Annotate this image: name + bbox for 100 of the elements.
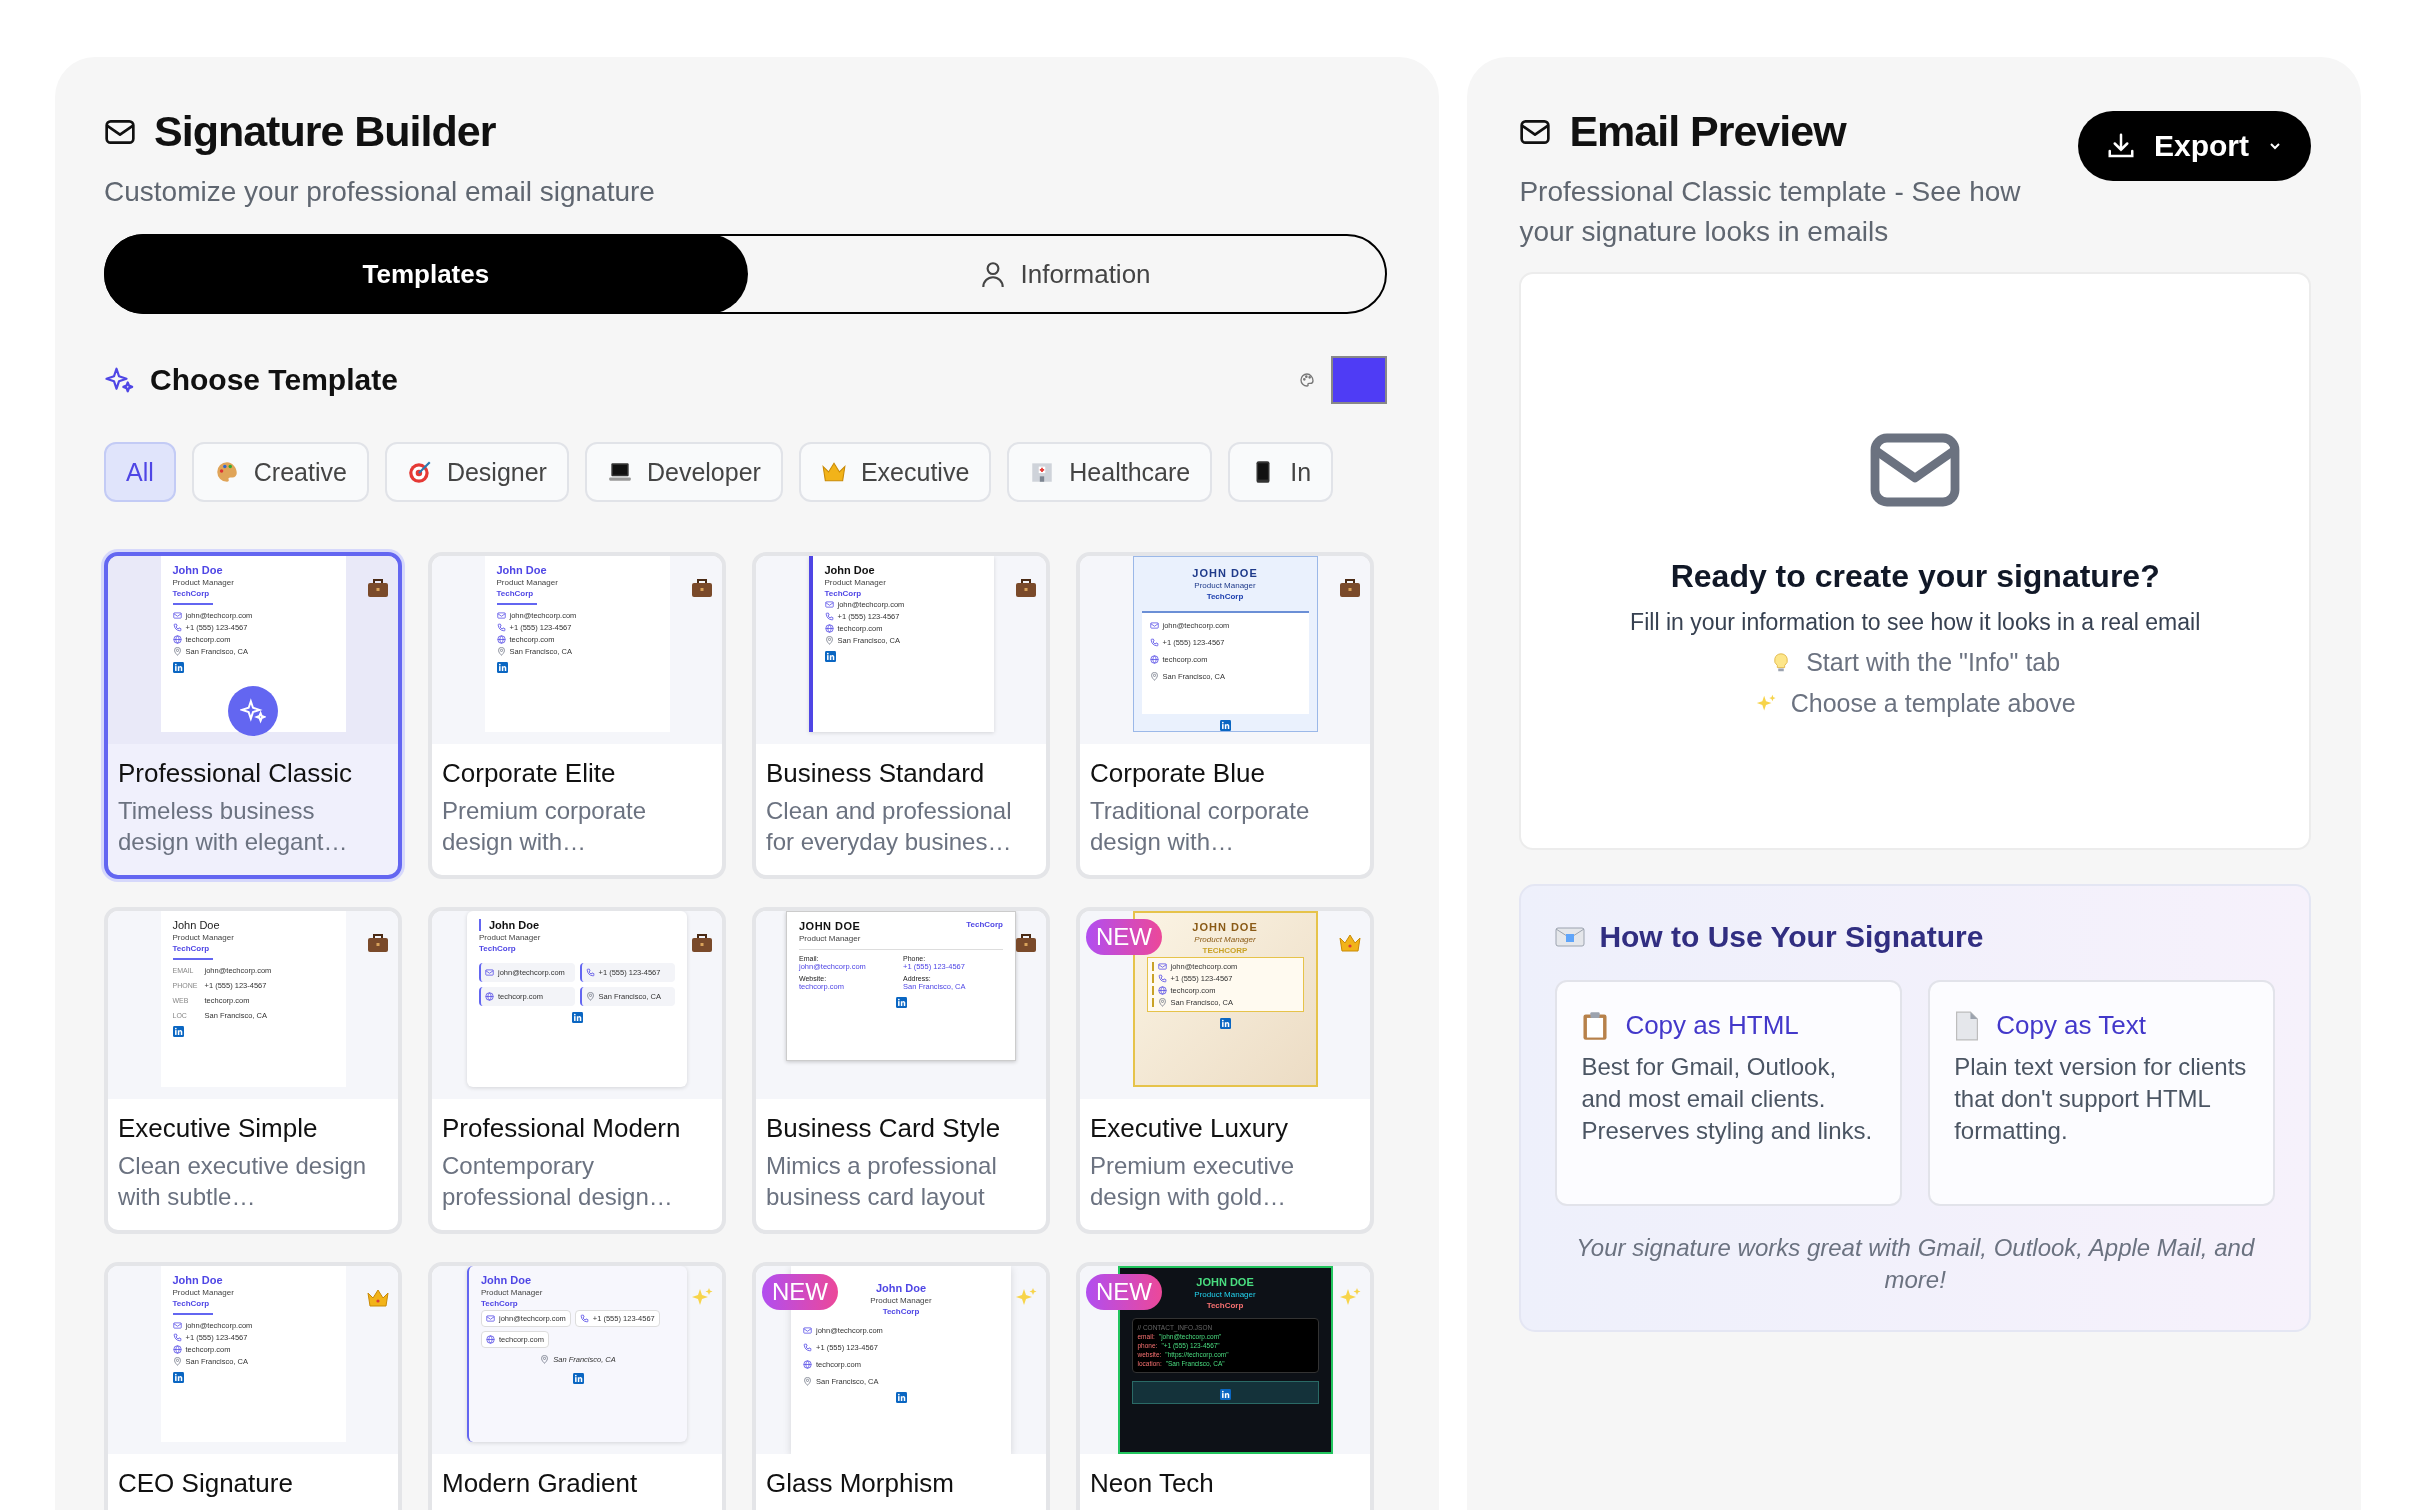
empty-text: Fill in your information to see how it looks in a real email [1630, 609, 2201, 636]
empty-title: Ready to create your signature? [1670, 558, 2160, 595]
globe-icon [496, 635, 506, 644]
option-title: Copy as Text [1996, 1010, 2146, 1041]
signature-name: JOHN DOE [799, 920, 861, 932]
briefcase-icon [1338, 576, 1362, 600]
briefcase-icon [366, 931, 390, 955]
template-name: Corporate Blue [1090, 758, 1266, 789]
linkedin-icon [1219, 1018, 1231, 1029]
signature-name: John Doe [479, 919, 675, 931]
new-badge: NEW [1086, 919, 1162, 955]
section-title: Choose Template [150, 363, 399, 397]
signature-title: Product Manager [1194, 935, 1256, 944]
signature-title: Product Manager [172, 578, 235, 587]
color-swatch[interactable] [1331, 356, 1388, 404]
signature-name: John Doe [875, 1282, 927, 1294]
globe-icon [172, 635, 182, 644]
phone-icon [172, 1333, 182, 1342]
globe-icon [803, 1360, 812, 1369]
template-description: Mimics a professional business card layout [766, 1151, 998, 1212]
linkedin-icon [172, 1372, 184, 1383]
phone-icon [803, 1343, 812, 1352]
location-pin-icon [1157, 998, 1167, 1007]
linkedin-icon [895, 1392, 907, 1403]
linkedin-icon [172, 662, 184, 673]
signature-name: John Doe [824, 564, 876, 576]
template-description: Clean and professional for everyday busines… [766, 796, 1013, 857]
document-icon [1954, 1010, 1981, 1041]
signature-title: Product Manager [1194, 1290, 1256, 1299]
signature-name: John Doe [172, 1274, 224, 1286]
tab[interactable]: Templates [104, 234, 748, 314]
email-icon [1149, 621, 1159, 630]
template-name: Glass Morphism [766, 1468, 955, 1499]
signature-name: John Doe [481, 1274, 533, 1286]
linkedin-icon [895, 997, 907, 1008]
filter-chip[interactable]: Creative [191, 442, 369, 502]
signature-name: JOHN DOE [1196, 1276, 1254, 1288]
template-description: Clean executive design with subtle… [118, 1151, 368, 1212]
envelope-icon [1555, 926, 1586, 948]
template-name: Executive Luxury [1090, 1113, 1289, 1144]
globe-icon [486, 1335, 495, 1344]
tip-text: Choose a template above [1790, 689, 2076, 718]
template-name: Executive Simple [118, 1113, 319, 1144]
linkedin-icon [496, 662, 508, 673]
signature-company: TechCorp [172, 1299, 211, 1308]
signature-title: Product Manager [481, 1288, 544, 1297]
signature-company: TECHCORP [1202, 946, 1248, 955]
location-pin-icon [172, 647, 182, 656]
phone-icon [1157, 974, 1167, 983]
signature-company: TechCorp [481, 1299, 519, 1308]
filter-chip[interactable]: Executive [798, 442, 992, 502]
email-icon [172, 1321, 182, 1330]
template-name: Professional Modern [442, 1113, 682, 1144]
template-name: Business Card Style [766, 1113, 1002, 1144]
linkedin-icon [1219, 720, 1231, 731]
linkedin-icon [1219, 1389, 1231, 1400]
email-icon [803, 1326, 812, 1335]
signature-company: TechCorp [882, 1307, 920, 1316]
template-name: Corporate Elite [442, 758, 617, 789]
filter-chip[interactable]: All [104, 442, 176, 502]
filter-chip[interactable]: Developer [584, 442, 783, 502]
signature-title: Product Manager [172, 1288, 235, 1297]
phone-icon [585, 968, 595, 977]
filter-chip[interactable]: In [1228, 442, 1334, 502]
option-description: Plain text version for clients that don't support HTML formatting. [1954, 1052, 2248, 1146]
template-name: Business Standard [766, 758, 986, 789]
panel-subtitle: Professional Classic template - See how your signature looks in emails [1519, 175, 2022, 249]
briefcase-icon [366, 576, 390, 600]
signature-company: TechCorp [172, 589, 211, 598]
location-pin-icon [824, 636, 834, 645]
globe-icon [824, 624, 834, 633]
template-name: Neon Tech [1090, 1468, 1215, 1499]
filter-chip[interactable]: Designer [384, 442, 569, 502]
location-pin-icon [172, 1357, 182, 1366]
location-pin-icon [585, 992, 595, 1001]
template-description: Premium executive design with gold… [1090, 1151, 1296, 1212]
briefcase-icon [1014, 576, 1038, 600]
template-name: Professional Classic [118, 758, 354, 789]
signature-name: JOHN DOE [1192, 567, 1258, 579]
signature-title: Product Manager [479, 933, 542, 942]
signature-name: John Doe [172, 919, 221, 931]
briefcase-icon [1014, 931, 1038, 955]
clipboard-icon [1581, 1010, 1610, 1041]
option-description: Best for Gmail, Outlook, and most email clients. Preserves styling and links. [1581, 1052, 1874, 1146]
location-pin-icon [1149, 672, 1159, 681]
panel-subtitle: Customize your professional email signature [104, 175, 656, 209]
new-badge: NEW [762, 1274, 838, 1310]
signature-company: TechCorp [496, 589, 535, 598]
linkedin-icon [172, 1026, 184, 1037]
location-pin-icon [540, 1355, 550, 1364]
email-icon [824, 600, 834, 609]
filter-chip[interactable]: Healthcare [1007, 442, 1213, 502]
target-icon [406, 459, 433, 485]
help-title: How to Use Your Signature [1599, 920, 1984, 954]
briefcase-icon [690, 931, 714, 955]
email-icon [485, 968, 494, 977]
signature-company: TechCorp [479, 944, 517, 953]
location-pin-icon [803, 1377, 812, 1386]
export-button[interactable]: Export [2078, 111, 2311, 181]
email-icon [172, 611, 182, 620]
